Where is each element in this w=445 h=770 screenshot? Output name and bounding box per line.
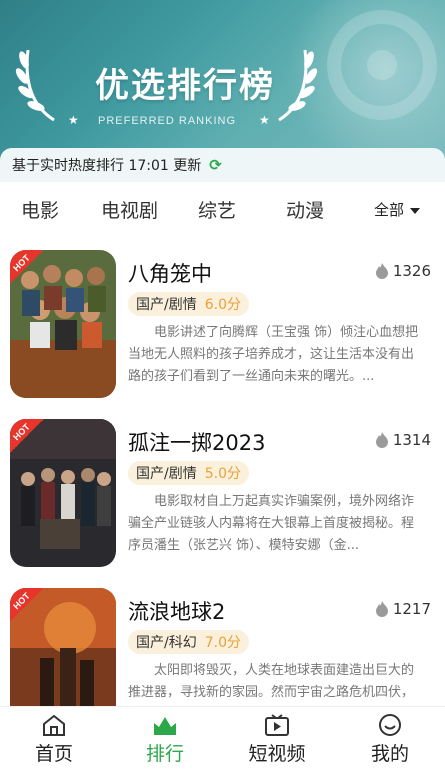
genre-score-tag: 国产/剧情 6.0分 bbox=[128, 292, 249, 316]
movie-title[interactable]: 八角笼中 bbox=[128, 258, 212, 288]
caret-down-icon bbox=[410, 207, 421, 214]
hot-badge-label: HOT bbox=[11, 421, 32, 443]
tab-variety[interactable]: 综艺 bbox=[198, 196, 236, 223]
heat-count: 1314 bbox=[375, 431, 431, 449]
movie-description: 电影讲述了向腾辉（王宝强 饰）倾注心血想把当地无人照料的孩子培养成才，这让生活本… bbox=[128, 325, 419, 384]
movie-description: 电影取材自上万起真实诈骗案例，境外网络诈骗全产业链骇人内幕将在大银幕上首度被揭秘… bbox=[128, 494, 415, 553]
nav-profile-label: 我的 bbox=[370, 743, 409, 765]
tab-tv-series[interactable]: 电视剧 bbox=[101, 196, 158, 223]
nav-short-video-label: 短视频 bbox=[248, 743, 306, 765]
movie-poster[interactable]: HOT bbox=[10, 419, 116, 567]
heat-count: 1326 bbox=[375, 262, 431, 280]
nav-ranking[interactable]: 排行 bbox=[125, 713, 205, 766]
heat-value: 1326 bbox=[392, 262, 431, 280]
hot-badge: HOT bbox=[10, 250, 44, 284]
hot-badge-label: HOT bbox=[11, 590, 32, 612]
video-icon bbox=[265, 714, 289, 736]
hot-badge-label: HOT bbox=[11, 252, 32, 274]
flame-icon bbox=[375, 432, 388, 448]
flame-icon bbox=[375, 601, 388, 617]
hot-badge: HOT bbox=[10, 588, 44, 622]
category-tabs: 电影 电视剧 综艺 动漫 全部 bbox=[0, 182, 445, 234]
banner-title: 优选排行榜 bbox=[95, 66, 275, 106]
movie-item[interactable]: HOT 孤注一掷2023 1314 国产/剧情 5.0分 电影取材自上万起真实诈… bbox=[0, 419, 445, 579]
nav-ranking-label: 排行 bbox=[145, 743, 184, 765]
hot-badge: HOT bbox=[10, 419, 44, 453]
genre-score-tag: 国产/剧情 5.0分 bbox=[128, 461, 249, 485]
nav-profile[interactable]: 我的 bbox=[350, 713, 430, 766]
nav-home-label: 首页 bbox=[34, 743, 73, 765]
banner-subtitle: PREFERRED RANKING bbox=[97, 115, 237, 127]
heat-count: 1217 bbox=[375, 600, 431, 618]
star-icon: ★ bbox=[259, 113, 270, 127]
all-filter-dropdown[interactable]: 全部 bbox=[374, 199, 421, 220]
home-icon bbox=[43, 714, 65, 736]
movie-poster[interactable]: HOT bbox=[10, 250, 116, 398]
score-label: 5.0分 bbox=[204, 466, 241, 482]
refresh-icon[interactable]: ⟳ bbox=[209, 156, 222, 174]
nav-short-video[interactable]: 短视频 bbox=[237, 713, 317, 766]
genre-label: 国产/剧情 bbox=[136, 297, 197, 313]
all-filter-label: 全部 bbox=[374, 201, 405, 219]
score-label: 7.0分 bbox=[204, 635, 241, 651]
ranking-icon bbox=[154, 717, 176, 735]
movie-title[interactable]: 孤注一掷2023 bbox=[128, 427, 265, 457]
update-info-bar: 基于实时热度排行 17:01 更新 ⟳ bbox=[0, 148, 445, 182]
flame-icon bbox=[375, 263, 388, 279]
genre-label: 国产/剧情 bbox=[136, 466, 197, 482]
update-info-text: 基于实时热度排行 17:01 更新 bbox=[12, 158, 202, 174]
profile-icon bbox=[379, 714, 401, 736]
bottom-nav: 首页 排行 短视频 我的 bbox=[0, 706, 445, 770]
nav-home[interactable]: 首页 bbox=[14, 713, 94, 766]
tab-anime[interactable]: 动漫 bbox=[286, 196, 324, 223]
movie-title[interactable]: 流浪地球2 bbox=[128, 596, 225, 626]
tab-movie[interactable]: 电影 bbox=[21, 196, 59, 223]
heat-value: 1217 bbox=[392, 600, 431, 618]
header-banner: 优选排行榜 ★ PREFERRED RANKING ★ bbox=[0, 0, 445, 160]
genre-label: 国产/科幻 bbox=[136, 635, 197, 651]
genre-score-tag: 国产/科幻 7.0分 bbox=[128, 630, 249, 654]
movie-item[interactable]: HOT 八角笼中 1326 国产/剧情 6.0分 电影讲述了向腾辉（王宝强 饰）… bbox=[0, 250, 445, 410]
heat-value: 1314 bbox=[392, 431, 431, 449]
score-label: 6.0分 bbox=[204, 297, 241, 313]
